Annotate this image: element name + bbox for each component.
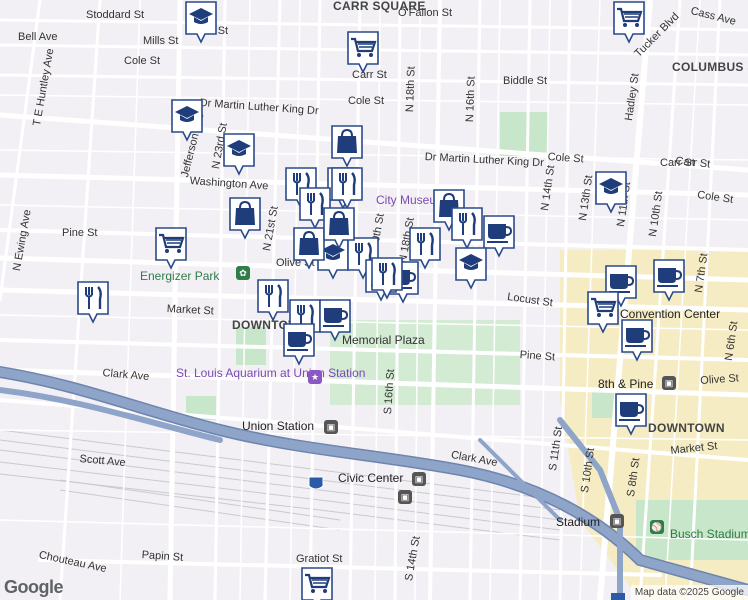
map-marker-school[interactable] — [222, 132, 256, 176]
map-marker-school[interactable] — [594, 170, 628, 214]
transit-icon[interactable]: ▣ — [610, 514, 624, 528]
map-marker-shopping[interactable] — [330, 124, 364, 168]
street-label: N 18th St — [404, 66, 418, 113]
restaurant-icon — [77, 281, 109, 324]
map-marker-school[interactable] — [184, 0, 218, 44]
map-marker-school[interactable] — [170, 98, 204, 142]
map-marker-grocery[interactable] — [346, 30, 380, 74]
map-marker-restaurant[interactable] — [450, 206, 484, 250]
school-icon — [223, 133, 255, 176]
grocery-icon — [613, 1, 645, 44]
map-marker-coffee[interactable] — [614, 392, 648, 436]
station-label[interactable]: Stadium — [556, 516, 600, 528]
map-marker-restaurant[interactable] — [256, 278, 290, 322]
map-marker-shopping[interactable] — [292, 226, 326, 270]
transit-icon[interactable]: ▣ — [662, 376, 676, 390]
transit-icon[interactable]: ▣ — [412, 472, 426, 486]
park-label[interactable]: Energizer Park — [140, 270, 219, 282]
street-label: Stoddard St — [86, 9, 145, 21]
map-marker-shopping[interactable] — [228, 196, 262, 240]
map-marker-grocery[interactable] — [300, 566, 334, 600]
google-logo: Google — [4, 577, 64, 597]
transit-icon[interactable]: ▣ — [398, 490, 412, 504]
station-label[interactable]: 8th & Pine — [598, 378, 653, 390]
map-marker-coffee[interactable] — [620, 318, 654, 362]
map-marker-grocery[interactable] — [154, 226, 188, 270]
street-label: Cole St — [124, 55, 161, 67]
street-label: Carr St — [660, 157, 695, 169]
neighborhood-label: DOWNTOWN — [648, 421, 725, 435]
coffee-icon — [615, 393, 647, 436]
station-label[interactable]: Civic Center — [338, 472, 403, 484]
grocery-icon — [155, 227, 187, 270]
shopping-icon — [293, 227, 325, 270]
grocery-icon — [587, 291, 619, 334]
shopping-icon — [331, 125, 363, 168]
map-view[interactable]: Stoddard St Bell Ave Mills St Cole St T … — [0, 0, 748, 600]
park-icon[interactable]: ✿ — [236, 266, 250, 280]
school-icon — [455, 247, 487, 290]
street-label: Gratiot St — [296, 553, 343, 565]
map-marker-grocery[interactable] — [612, 0, 646, 44]
map-marker-restaurant[interactable] — [76, 280, 110, 324]
map-marker-school[interactable] — [454, 246, 488, 290]
stadium-label[interactable]: Busch Stadium — [670, 528, 748, 540]
coffee-icon — [653, 259, 685, 302]
coffee-icon — [319, 299, 351, 342]
neighborhood-label: COLUMBUS SQUARE — [672, 60, 748, 74]
grocery-icon — [301, 567, 333, 600]
map-marker-grocery[interactable] — [586, 290, 620, 334]
map-marker-shopping[interactable] — [322, 206, 356, 250]
school-icon — [595, 171, 627, 214]
aquarium-label[interactable]: St. Louis Aquarium at Union Station — [176, 366, 365, 382]
school-icon — [171, 99, 203, 142]
map-marker-restaurant[interactable] — [330, 166, 364, 210]
map-marker-coffee[interactable] — [652, 258, 686, 302]
map-marker-restaurant[interactable] — [370, 256, 404, 300]
street-label: Pine St — [62, 227, 98, 239]
restaurant-icon — [451, 207, 483, 250]
restaurant-icon — [257, 279, 289, 322]
map-marker-coffee[interactable] — [318, 298, 352, 342]
stadium-icon[interactable]: ⚾ — [650, 520, 664, 534]
station-label[interactable]: Union Station — [242, 420, 314, 432]
shopping-icon — [323, 207, 355, 250]
map-marker-coffee[interactable] — [282, 322, 316, 366]
street-label: Cole St — [348, 95, 385, 107]
street-label: Biddle St — [503, 75, 548, 87]
map-attribution[interactable]: Map data ©2025 Google — [630, 585, 748, 600]
coffee-icon — [283, 323, 315, 366]
street-label: Mills St — [143, 35, 179, 47]
street-label: Bell Ave — [18, 31, 58, 43]
street-label: N 16th St — [464, 76, 478, 123]
grocery-icon — [347, 31, 379, 74]
coffee-icon — [621, 319, 653, 362]
attraction-icon[interactable]: ★ — [308, 370, 322, 384]
transit-icon[interactable]: ▣ — [324, 420, 338, 434]
school-icon — [185, 1, 217, 44]
neighborhood-label: CARR SQUARE — [333, 0, 426, 13]
shopping-icon — [229, 197, 261, 240]
restaurant-icon — [331, 167, 363, 210]
restaurant-icon — [371, 257, 403, 300]
